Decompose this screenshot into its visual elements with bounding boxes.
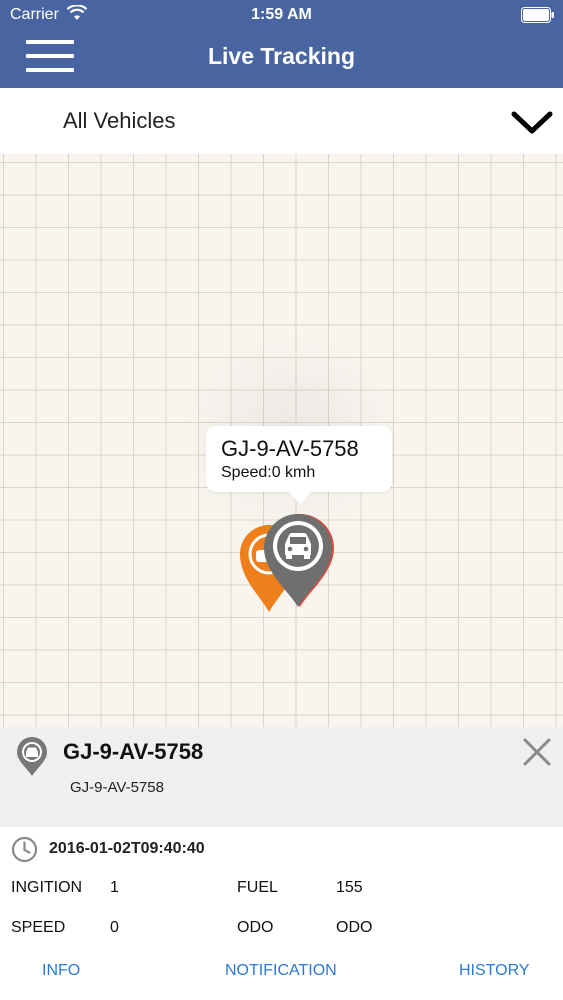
battery-icon	[521, 7, 554, 23]
vehicle-selector[interactable]: All Vehicles	[0, 88, 563, 154]
vehicle-detail-panel: GJ-9-AV-5758 GJ-9-AV-5758	[0, 727, 563, 827]
map-callout[interactable]: GJ-9-AV-5758 Speed:0 kmh	[206, 426, 392, 504]
close-icon[interactable]	[522, 737, 552, 767]
odo-label: ODO	[237, 919, 274, 936]
fuel-label: FUEL	[237, 879, 278, 896]
clock-icon	[11, 836, 38, 863]
last-update-timestamp: 2016-01-02T09:40:40	[49, 840, 205, 857]
tab-info[interactable]: INFO	[42, 962, 80, 980]
tab-notification[interactable]: NOTIFICATION	[225, 962, 337, 980]
speed-value: 0	[110, 919, 119, 936]
odo-value: ODO	[336, 919, 373, 936]
vehicle-title: GJ-9-AV-5758	[63, 739, 204, 764]
ignition-value: 1	[110, 879, 119, 896]
speed-label: SPEED	[11, 919, 66, 936]
callout-vehicle-id: GJ-9-AV-5758	[221, 436, 359, 461]
vehicle-subtitle: GJ-9-AV-5758	[70, 779, 164, 796]
tab-history[interactable]: HISTORY	[459, 962, 530, 980]
status-bar: Carrier 1:59 AM	[0, 0, 563, 30]
status-time: 1:59 AM	[251, 6, 312, 23]
page-title: Live Tracking	[207, 43, 355, 69]
header: Carrier 1:59 AM Live Tracking	[0, 0, 563, 88]
callout-speed: Speed:0 kmh	[221, 464, 316, 481]
map-view[interactable]: GJ-9-AV-5758 Speed:0 kmh	[0, 154, 563, 727]
vehicle-selector-value: All Vehicles	[63, 108, 176, 133]
car-marker-icon[interactable]	[262, 510, 338, 610]
chevron-down-icon[interactable]	[511, 110, 553, 136]
bottom-tabs: INFO NOTIFICATION HISTORY	[0, 960, 563, 1000]
fuel-value: 155	[336, 879, 363, 896]
car-pin-icon	[17, 737, 47, 776]
ignition-label: INGITION	[11, 879, 83, 896]
